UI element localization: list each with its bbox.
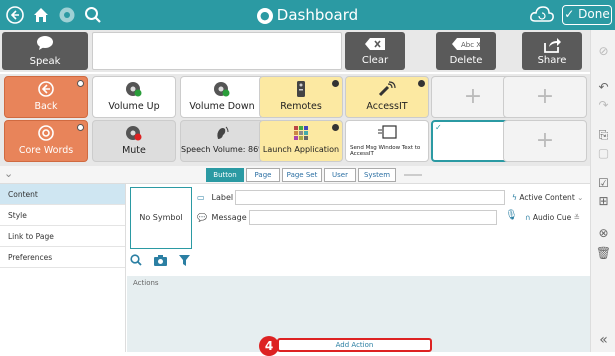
core-icon xyxy=(5,125,87,145)
grid-button-core-words[interactable]: Core Words xyxy=(4,120,88,162)
grid-button-mute[interactable]: Mute xyxy=(92,120,176,162)
send-msg-icon xyxy=(346,125,428,145)
back-arrow-icon xyxy=(5,81,87,101)
nav-content[interactable]: Content xyxy=(0,184,125,205)
wireless-icon xyxy=(346,81,428,101)
remote-icon xyxy=(260,81,342,101)
select-icon[interactable]: ☑ xyxy=(591,176,615,190)
folder-dot-icon xyxy=(418,80,425,87)
grid-layout-icon[interactable]: ⊞ xyxy=(591,194,615,208)
inspector-content: No Symbol ▭ Label ϟ Active Content ⌄ 💬 M… xyxy=(127,184,590,356)
label-icon: ▭ xyxy=(197,193,205,202)
message-window[interactable] xyxy=(92,32,342,70)
step-number-badge: 4 xyxy=(259,336,279,356)
share-icon xyxy=(522,37,582,53)
button-grid: Back Volume Up Volume Down Remotes Acces… xyxy=(0,74,590,166)
message-row: 💬 Message xyxy=(197,210,247,226)
audio-cue-select[interactable]: ∩ Audio Cue ≚ xyxy=(525,210,580,226)
delete-button[interactable]: Abc X Delete xyxy=(436,32,496,70)
grid-button-send-msg[interactable]: Send Msg Window Text to AccessIT xyxy=(345,120,429,162)
done-button[interactable]: ✓ Done xyxy=(562,5,612,25)
folder-dot-icon xyxy=(77,80,84,87)
undo-icon[interactable]: ↶ xyxy=(591,80,615,94)
share-button[interactable]: Share xyxy=(522,32,582,70)
symbol-tools xyxy=(130,254,198,269)
plus-icon: + xyxy=(535,84,555,109)
label-row: ▭ Label xyxy=(197,190,233,206)
hide-icon[interactable]: ⊗ xyxy=(591,226,615,240)
trash-icon[interactable]: 🗑 xyxy=(591,246,615,260)
plus-icon: + xyxy=(535,128,555,153)
plus-icon: + xyxy=(463,84,483,109)
grid-button-volume-up[interactable]: Volume Up xyxy=(92,76,176,118)
search-icon[interactable] xyxy=(130,254,146,269)
inspector-sidebar: Content Style Link to Page Preferences xyxy=(0,184,126,352)
grid-button-speech-volume[interactable]: Speech Volume: 86% xyxy=(180,120,264,162)
volume-up-icon xyxy=(93,81,175,101)
grid-button-accessit[interactable]: AccessIT xyxy=(345,76,429,118)
nav-link-to-page[interactable]: Link to Page xyxy=(0,226,125,247)
folder-dot-icon xyxy=(332,124,339,131)
clear-button[interactable]: Clear xyxy=(345,32,405,70)
tab-page-set[interactable]: Page Set xyxy=(282,168,322,182)
chevron-down-icon[interactable]: ⌄ xyxy=(4,167,13,180)
speech-volume-icon xyxy=(181,125,263,145)
message-bar: Speak Clear Abc X Delete Share xyxy=(0,30,615,72)
camera-icon[interactable] xyxy=(153,255,171,269)
volume-down-icon xyxy=(181,81,263,101)
tab-page[interactable]: Page xyxy=(246,168,280,182)
tab-system[interactable]: System xyxy=(358,168,396,182)
page-title: ● Dashboard xyxy=(0,6,615,24)
nav-preferences[interactable]: Preferences xyxy=(0,247,125,268)
grid-button-empty[interactable]: + xyxy=(503,76,587,118)
active-content-select[interactable]: ϟ Active Content ⌄ xyxy=(512,190,583,206)
tab-divider xyxy=(404,174,422,176)
actions-panel: Actions 4 Add Action xyxy=(127,276,590,356)
grid-button-remotes[interactable]: Remotes xyxy=(259,76,343,118)
selected-check-icon: ✓ xyxy=(435,123,442,132)
message-input[interactable] xyxy=(249,210,497,225)
grid-button-volume-down[interactable]: Volume Down xyxy=(180,76,264,118)
label-input[interactable] xyxy=(235,190,505,205)
lightning-icon: ϟ xyxy=(512,193,517,202)
add-action-button[interactable]: Add Action xyxy=(277,338,432,352)
logo-icon: ● xyxy=(256,8,273,24)
tab-button[interactable]: Button xyxy=(206,168,244,182)
filter-icon[interactable] xyxy=(178,255,190,269)
double-chevron-down-icon: ≚ xyxy=(573,213,580,222)
nav-style[interactable]: Style xyxy=(0,205,125,226)
copy-icon[interactable]: ⎘ xyxy=(591,128,615,143)
cloud-sync-icon[interactable] xyxy=(529,4,555,26)
redo-icon[interactable]: ↷ xyxy=(591,98,615,112)
symbol-well[interactable]: No Symbol xyxy=(130,187,192,249)
apps-icon xyxy=(260,125,342,145)
grid-button-back[interactable]: Back xyxy=(4,76,88,118)
grid-button-launch-application[interactable]: Launch Application xyxy=(259,120,343,162)
folder-dot-icon xyxy=(332,80,339,87)
headphones-icon: ∩ xyxy=(525,213,531,222)
svg-text:Abc X: Abc X xyxy=(461,41,481,49)
speech-bubble-icon xyxy=(2,35,88,55)
edit-disabled-icon: ⊘ xyxy=(598,44,609,58)
clear-icon xyxy=(345,37,405,53)
collapse-icon[interactable]: « xyxy=(591,332,615,348)
paste-icon[interactable]: ▢ xyxy=(591,146,615,160)
grid-button-empty[interactable]: + xyxy=(503,120,587,162)
speech-bubble-icon: 💬 xyxy=(197,213,207,222)
folder-dot-icon xyxy=(77,124,84,131)
delete-word-icon: Abc X xyxy=(436,37,496,53)
inspector-tab-bar: ⌄ Button Page Page Set User System xyxy=(0,166,590,184)
mute-icon xyxy=(93,125,175,145)
tab-user[interactable]: User xyxy=(324,168,356,182)
chevron-down-icon: ⌄ xyxy=(577,193,584,202)
microphone-icon[interactable]: 🎙 xyxy=(505,210,518,221)
speak-button[interactable]: Speak xyxy=(2,32,88,70)
right-toolbar: ⊘ ↶ ↷ ⎘ ▢ ☑ ⊞ ⊗ 🗑 « xyxy=(590,30,615,352)
top-bar: ● Dashboard ✓ Done xyxy=(0,0,615,30)
